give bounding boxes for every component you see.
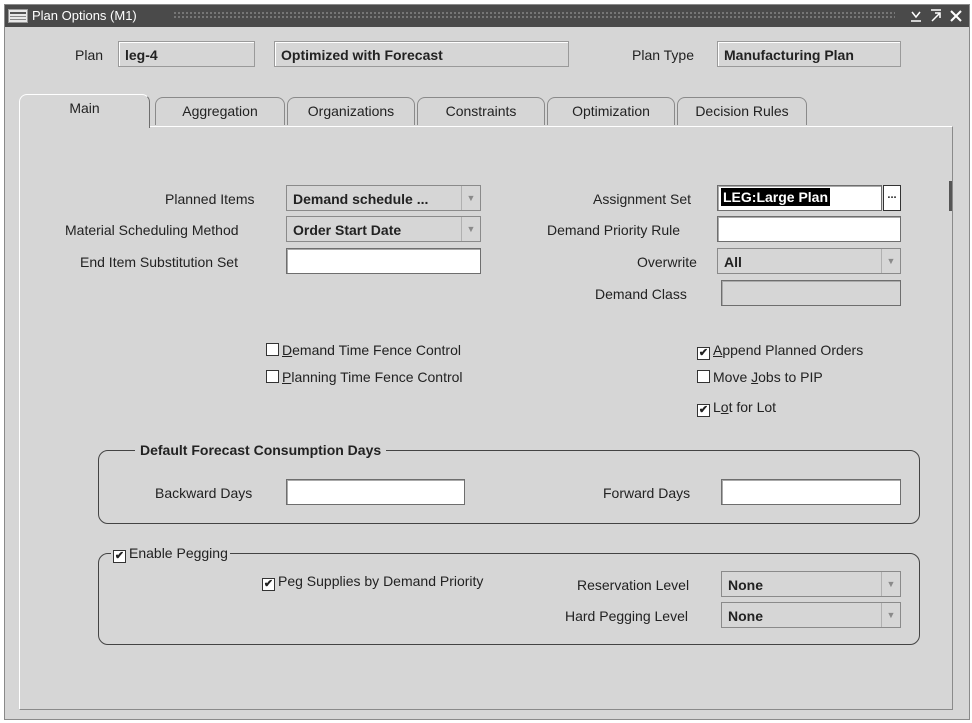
material-method-value: Order Start Date (293, 222, 402, 238)
checkbox-box (266, 343, 279, 356)
tab-main[interactable]: Main (19, 94, 150, 128)
end-item-input[interactable] (286, 248, 481, 274)
demand-class-input[interactable] (721, 280, 901, 306)
tab-label: Optimization (572, 103, 650, 119)
forward-days-input[interactable] (721, 479, 901, 505)
hard-pegging-level-value: None (728, 608, 763, 624)
ellipsis-icon: ... (887, 189, 897, 201)
tab-organizations[interactable]: Organizations (287, 97, 415, 125)
backward-days-label: Backward Days (155, 485, 253, 501)
checkbox-label: lanning Time Fence Control (291, 369, 463, 385)
material-method-select[interactable]: Order Start Date ▼ (286, 216, 481, 242)
chevron-down-icon: ▼ (881, 249, 900, 273)
plan-label: Plan (75, 47, 104, 63)
demand-priority-input[interactable] (717, 216, 901, 242)
checkbox-label: D (282, 342, 293, 358)
plan-options-window: Plan Options (M1) Plan leg-4 Optimized w… (4, 4, 970, 720)
planned-items-label: Planned Items (165, 191, 255, 207)
tab-constraints[interactable]: Constraints (417, 97, 545, 125)
assignment-set-lov-button[interactable]: ... (883, 185, 901, 211)
assignment-set-label: Assignment Set (593, 191, 692, 207)
chevron-down-icon: ▼ (881, 603, 900, 627)
tab-label: Constraints (445, 103, 517, 119)
demand-priority-label: Demand Priority Rule (547, 222, 681, 238)
vertical-scrollbar[interactable] (949, 181, 952, 211)
checkbox-label: P (282, 369, 292, 385)
end-item-label: End Item Substitution Set (80, 254, 238, 270)
plan-description-field[interactable]: Optimized with Forecast (274, 41, 569, 67)
overwrite-value: All (724, 254, 742, 270)
plan-type-label: Plan Type (632, 47, 695, 63)
checkbox-label: o (720, 399, 729, 415)
planning-time-fence-checkbox[interactable]: Planning Time Fence Control (266, 369, 463, 385)
oracle-logo-icon (8, 9, 28, 23)
demand-class-label: Demand Class (595, 286, 687, 302)
checkmark-icon: ✔ (113, 550, 126, 563)
minimize-icon[interactable] (909, 7, 923, 26)
planned-items-select[interactable]: Demand schedule ... ▼ (286, 185, 481, 211)
peg-supplies-checkbox[interactable]: ✔ Peg Supplies by Demand Priority (262, 573, 483, 591)
checkmark-icon: ✔ (697, 404, 710, 417)
checkbox-label: Peg Supplies by Demand Priority (278, 573, 484, 589)
title-bar-pattern (173, 11, 895, 20)
backward-days-input[interactable] (286, 479, 465, 505)
chevron-down-icon: ▼ (461, 217, 480, 241)
material-method-label: Material Scheduling Method (65, 222, 239, 238)
chevron-down-icon: ▼ (461, 186, 480, 210)
assignment-set-input[interactable]: LEG:Large Plan (717, 185, 882, 211)
checkbox-label: Enable Pegging (129, 545, 228, 561)
maximize-icon[interactable] (929, 7, 943, 26)
plan-field[interactable]: leg-4 (118, 41, 255, 67)
tab-label: Organizations (307, 103, 395, 119)
enable-pegging-checkbox[interactable]: ✔ Enable Pegging (111, 545, 230, 563)
reservation-level-label: Reservation Level (577, 577, 690, 593)
chevron-down-icon: ▼ (881, 572, 900, 596)
checkbox-label: t for Lot (728, 399, 777, 415)
checkbox-box (697, 370, 710, 383)
checkbox-label: A (713, 342, 723, 358)
assignment-set-value: LEG:Large Plan (721, 188, 831, 206)
planned-items-value: Demand schedule ... (293, 191, 429, 207)
checkbox-label: L (713, 399, 721, 415)
hard-pegging-level-select[interactable]: None ▼ (721, 602, 901, 628)
checkmark-icon: ✔ (262, 578, 275, 591)
lot-for-lot-checkbox[interactable]: ✔ Lot for Lot (697, 399, 776, 417)
plan-type-field[interactable]: Manufacturing Plan (717, 41, 901, 67)
window-title: Plan Options (M1) (32, 8, 137, 23)
checkbox-label: obs to PIP (758, 369, 823, 385)
hard-pegging-level-label: Hard Pegging Level (565, 608, 688, 624)
tab-label: Decision Rules (695, 103, 789, 119)
forecast-consumption-title: Default Forecast Consumption Days (135, 442, 387, 458)
reservation-level-select[interactable]: None ▼ (721, 571, 901, 597)
demand-time-fence-checkbox[interactable]: Demand Time Fence Control (266, 342, 461, 358)
title-bar[interactable]: Plan Options (M1) (5, 5, 969, 27)
tab-decision-rules[interactable]: Decision Rules (677, 97, 807, 125)
checkbox-label: ppend Planned Orders (722, 342, 864, 358)
tab-optimization[interactable]: Optimization (547, 97, 675, 125)
tab-label: Main (69, 100, 100, 116)
checkmark-icon: ✔ (697, 347, 710, 360)
move-jobs-to-pip-checkbox[interactable]: Move Jobs to PIP (697, 369, 823, 385)
pegging-group (98, 553, 920, 645)
append-planned-orders-checkbox[interactable]: ✔ Append Planned Orders (697, 342, 863, 360)
checkbox-box (266, 370, 279, 383)
checkbox-label: Move (713, 369, 752, 385)
tab-label: Aggregation (182, 103, 258, 119)
overwrite-label: Overwrite (637, 254, 697, 270)
tab-aggregation[interactable]: Aggregation (155, 97, 285, 125)
forward-days-label: Forward Days (603, 485, 691, 501)
overwrite-select[interactable]: All ▼ (717, 248, 901, 274)
close-icon[interactable] (949, 7, 963, 26)
reservation-level-value: None (728, 577, 763, 593)
checkbox-label: emand Time Fence Control (292, 342, 461, 358)
